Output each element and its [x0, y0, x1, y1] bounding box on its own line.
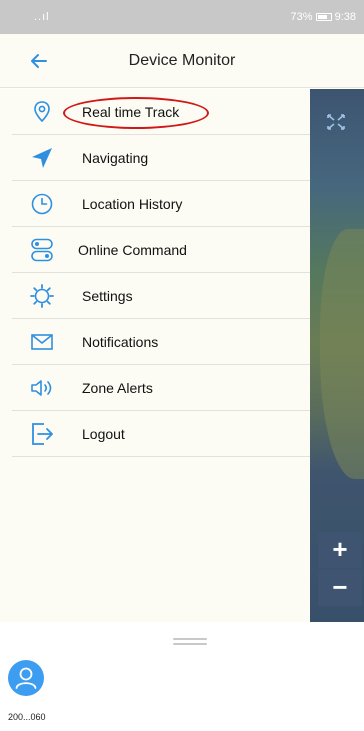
- fullscreen-button[interactable]: [318, 106, 354, 136]
- menu-item-logout[interactable]: Logout: [12, 411, 310, 457]
- page-title: Device Monitor: [128, 52, 236, 69]
- clock-icon: [31, 193, 53, 215]
- zoom-out-button[interactable]: −: [318, 570, 362, 606]
- menu-label-online-command: Online Command: [78, 242, 187, 258]
- person-icon: [15, 667, 37, 689]
- menu-item-online-command[interactable]: Online Command: [12, 227, 310, 273]
- highlight-ellipse: [63, 97, 209, 129]
- clock-time: 9:38: [334, 11, 356, 23]
- battery-icon: [315, 13, 332, 21]
- status-bar: ..ıl 73% 9:38: [0, 0, 364, 34]
- gear-icon: [30, 284, 54, 308]
- map-landmass: [320, 229, 364, 479]
- menu-label-zone-alerts: Zone Alerts: [82, 380, 153, 396]
- speaker-icon: [31, 380, 52, 396]
- command-icon: [31, 238, 53, 262]
- logout-icon: [32, 423, 53, 445]
- menu-item-navigating[interactable]: Navigating: [12, 135, 310, 181]
- expand-icon: [327, 114, 345, 130]
- drag-handle[interactable]: [173, 638, 207, 646]
- menu-label-navigating: Navigating: [82, 150, 149, 166]
- menu-item-zone-alerts[interactable]: Zone Alerts: [12, 365, 310, 411]
- menu-item-settings[interactable]: Settings: [12, 273, 310, 319]
- device-id-label: 200...060: [8, 712, 46, 722]
- device-avatar[interactable]: [8, 660, 44, 696]
- location-pin-icon: [34, 101, 50, 123]
- menu-label-logout: Logout: [82, 426, 125, 442]
- header: Device Monitor: [0, 34, 364, 88]
- battery-percentage: 73%: [290, 11, 313, 23]
- zoom-in-button[interactable]: +: [318, 532, 362, 568]
- signal-indicator: ..ıl: [34, 11, 50, 23]
- menu-label-location-history: Location History: [82, 196, 183, 212]
- device-bottom-sheet: 200...060: [0, 622, 364, 731]
- menu-label-notifications: Notifications: [82, 334, 159, 350]
- navigation-drawer: Real time Track Navigating Location Hist…: [0, 89, 310, 622]
- status-right: 73% 9:38: [291, 11, 356, 23]
- menu-label-settings: Settings: [82, 288, 133, 304]
- menu-item-location-history[interactable]: Location History: [12, 181, 310, 227]
- envelope-icon: [31, 334, 53, 350]
- navigation-arrow-icon: [32, 148, 52, 168]
- menu-item-notifications[interactable]: Notifications: [12, 319, 310, 365]
